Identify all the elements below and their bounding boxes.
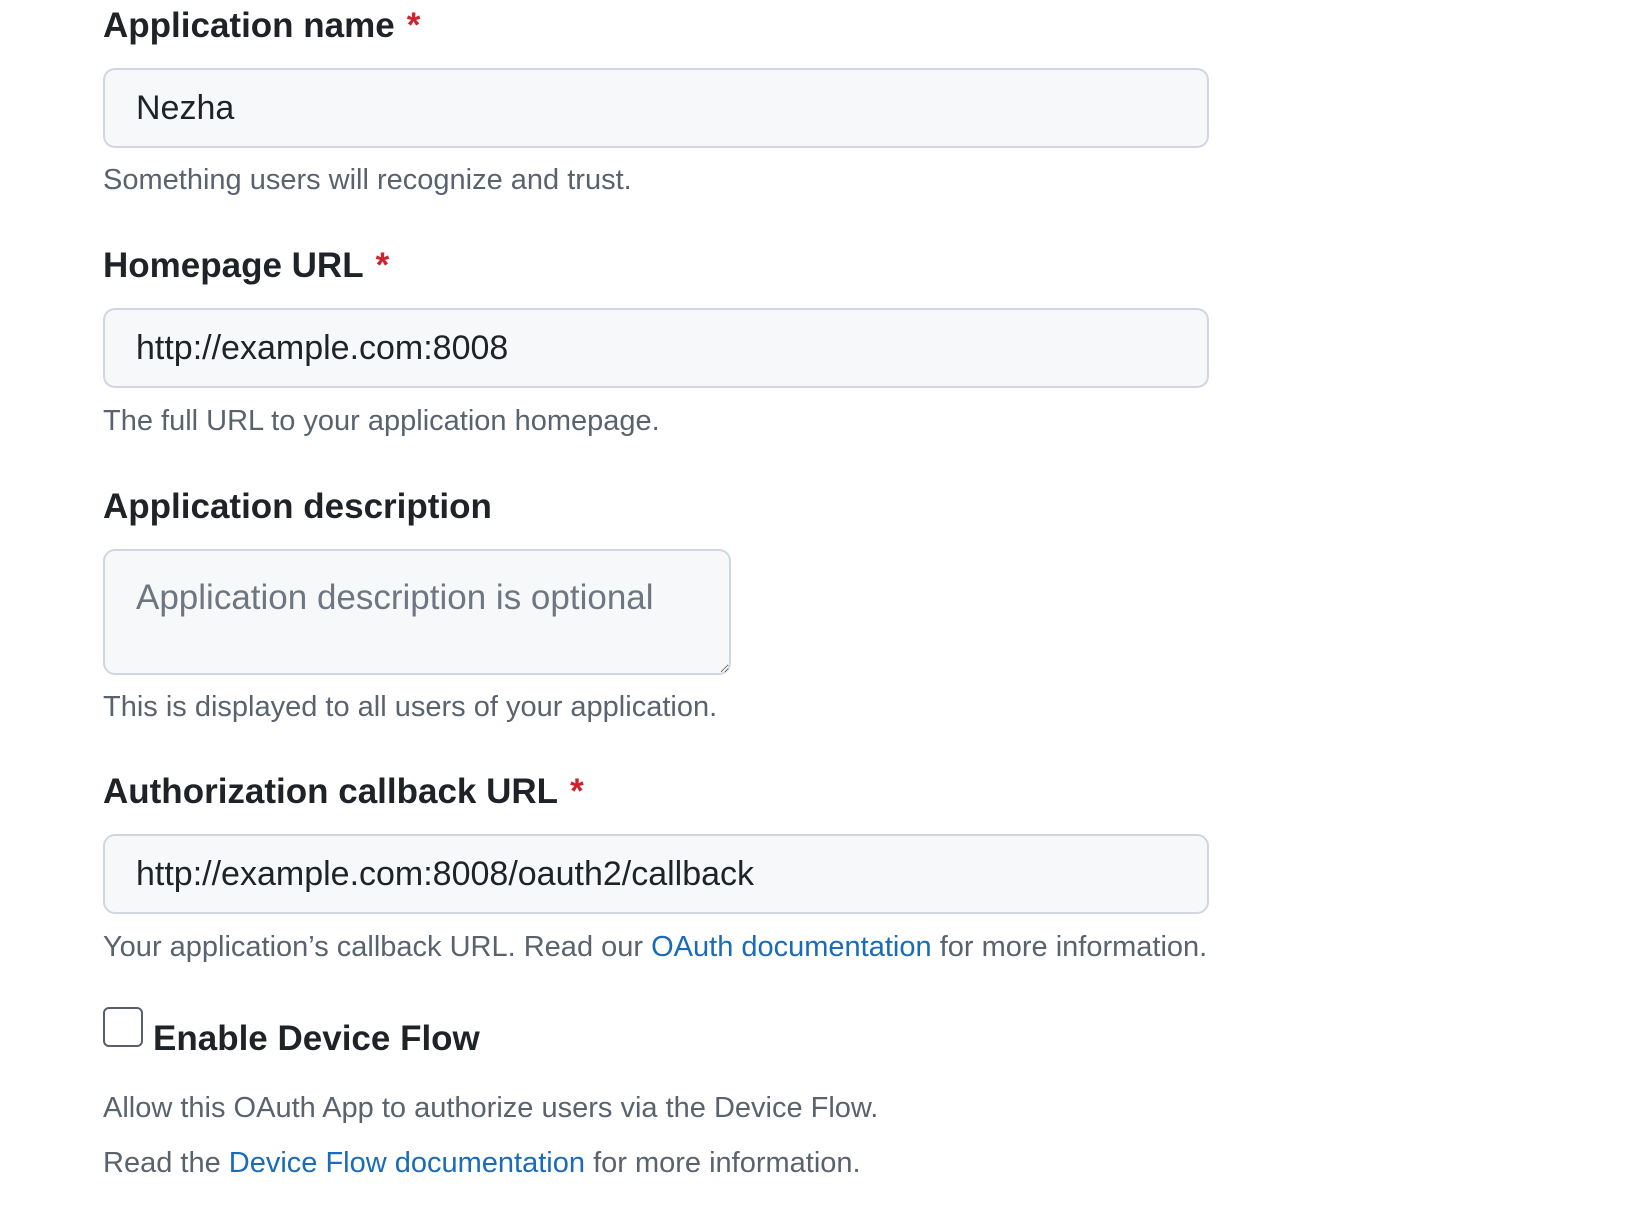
required-asterisk: *: [406, 6, 421, 45]
device-flow-docs-note-text: Read the: [103, 1147, 221, 1179]
device-flow-label[interactable]: Enable Device Flow: [153, 1017, 480, 1061]
application-name-label-text: Application name: [103, 6, 395, 45]
device-flow-documentation-link[interactable]: Device Flow documentation: [229, 1147, 585, 1179]
application-name-input[interactable]: [103, 68, 1209, 148]
homepage-url-label-text: Homepage URL: [103, 246, 364, 285]
device-flow-docs-note: Read the Device Flow documentation for m…: [103, 1145, 861, 1181]
application-description-label: Application description: [103, 485, 492, 529]
callback-url-label-text: Authorization callback URL: [103, 772, 559, 811]
application-name-note: Something users will recognize and trust…: [103, 164, 632, 196]
required-asterisk: *: [570, 772, 584, 811]
application-name-group: Application name *: [103, 4, 420, 48]
callback-url-input[interactable]: [103, 834, 1209, 914]
device-flow-note: Allow this OAuth App to authorize users …: [103, 1092, 879, 1124]
callback-url-note-text: Your application’s callback URL. Read ou…: [103, 931, 644, 963]
callback-url-label: Authorization callback URL *: [103, 770, 584, 814]
device-flow-docs-note-suffix: for more information.: [593, 1147, 861, 1179]
callback-url-note: Your application’s callback URL. Read ou…: [103, 929, 1207, 965]
callback-url-note-suffix: for more information.: [939, 931, 1208, 963]
application-description-textarea[interactable]: [103, 549, 731, 675]
device-flow-checkbox[interactable]: [103, 1007, 143, 1047]
homepage-url-input[interactable]: [103, 308, 1209, 388]
application-name-label: Application name *: [103, 4, 420, 48]
homepage-url-label: Homepage URL *: [103, 244, 389, 288]
required-asterisk: *: [375, 246, 390, 285]
oauth-documentation-link[interactable]: OAuth documentation: [651, 931, 932, 963]
application-description-note: This is displayed to all users of your a…: [103, 691, 718, 723]
device-flow-row: Enable Device Flow: [103, 1007, 480, 1061]
homepage-url-note: The full URL to your application homepag…: [103, 405, 660, 437]
application-description-label-text: Application description: [103, 487, 492, 526]
